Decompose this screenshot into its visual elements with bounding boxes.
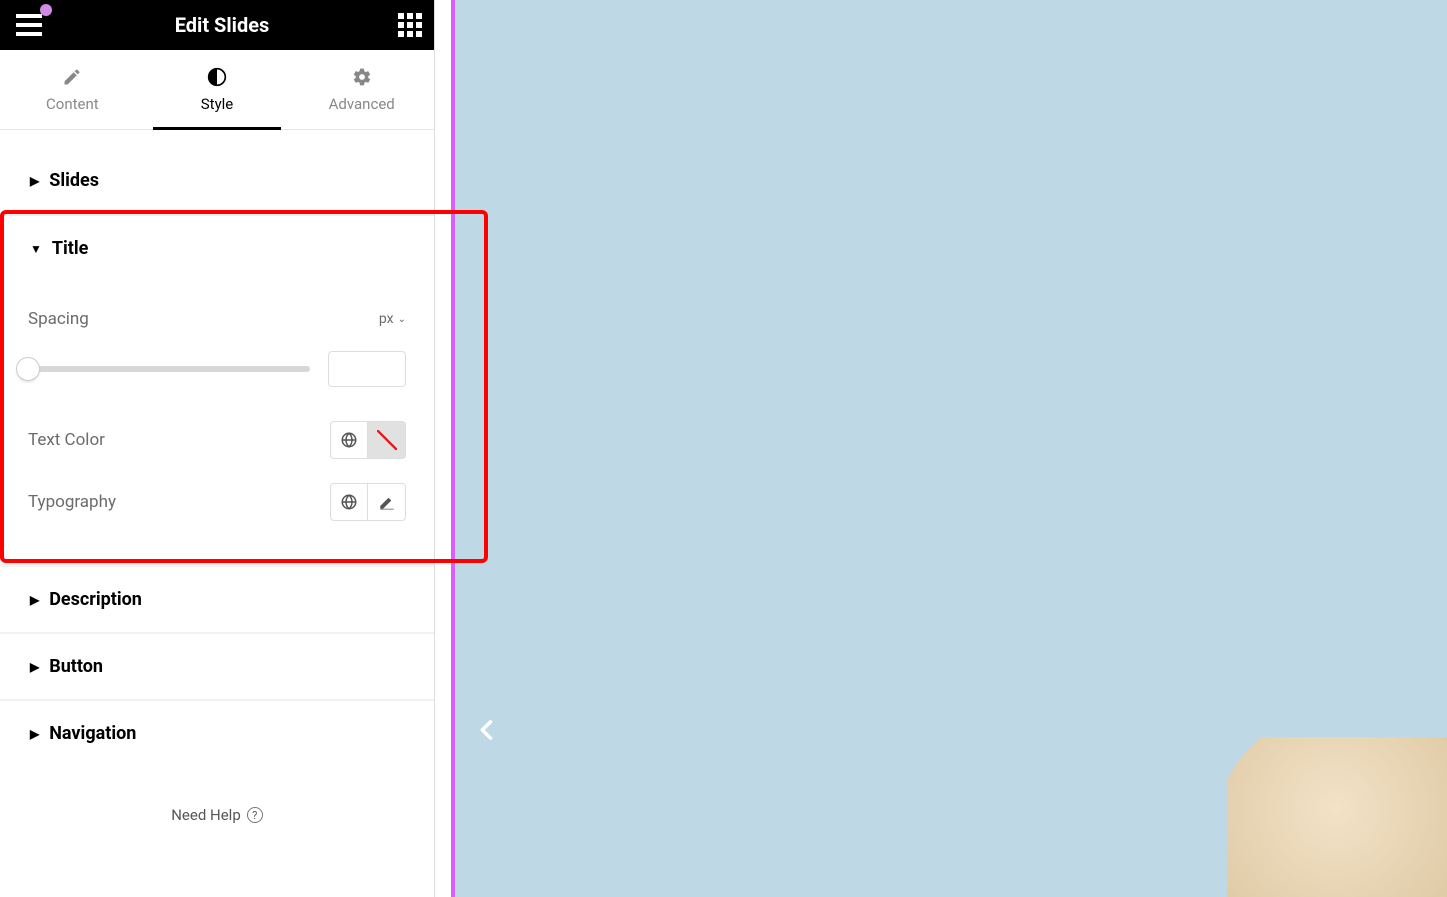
section-slides[interactable]: ▶ Slides	[0, 148, 434, 213]
section-label: Title	[52, 238, 89, 259]
global-color-button[interactable]	[330, 421, 368, 459]
editor-sidebar: Edit Slides Content Style Advanced ▶ Sli…	[0, 0, 435, 897]
section-label: Navigation	[49, 723, 136, 744]
slider-thumb[interactable]	[17, 358, 39, 380]
tab-content[interactable]: Content	[0, 50, 145, 129]
help-label: Need Help	[171, 806, 241, 824]
spacing-input[interactable]	[328, 351, 406, 387]
section-label: Button	[49, 656, 103, 677]
spacing-unit-select[interactable]: px ⌄	[379, 311, 406, 327]
slide-image-corner	[1227, 737, 1447, 897]
spacing-slider[interactable]	[28, 366, 310, 372]
pencil-icon	[62, 67, 82, 87]
help-icon: ?	[247, 807, 263, 823]
panel-title: Edit Slides	[175, 13, 270, 37]
slider-prev-button[interactable]	[473, 714, 501, 752]
typography-label: Typography	[28, 492, 116, 512]
section-title-body: Spacing px ⌄ Text Color	[0, 309, 434, 561]
typography-buttons	[330, 483, 406, 521]
caret-right-icon: ▶	[30, 660, 39, 674]
caret-down-icon: ▼	[30, 242, 42, 256]
section-label: Slides	[49, 170, 99, 191]
widgets-grid-button[interactable]	[398, 13, 422, 37]
global-typography-button[interactable]	[330, 483, 368, 521]
typography-control: Typography	[28, 483, 406, 521]
caret-right-icon: ▶	[30, 593, 39, 607]
tab-label: Content	[46, 95, 99, 113]
tab-label: Style	[201, 95, 234, 113]
textcolor-label: Text Color	[28, 430, 105, 450]
edit-typography-button[interactable]	[368, 483, 406, 521]
globe-icon	[340, 431, 358, 449]
pencil-icon	[378, 493, 396, 511]
spacing-control: Spacing px ⌄	[28, 309, 406, 329]
caret-right-icon: ▶	[30, 727, 39, 741]
globe-icon	[340, 493, 358, 511]
section-description[interactable]: ▶ Description	[0, 567, 434, 632]
tabs: Content Style Advanced	[0, 50, 434, 130]
spacing-label: Spacing	[28, 309, 89, 329]
tab-label: Advanced	[329, 95, 395, 113]
none-color-icon	[377, 430, 397, 450]
tab-advanced[interactable]: Advanced	[289, 50, 434, 129]
section-title[interactable]: ▼ Title	[0, 215, 434, 281]
textcolor-buttons	[330, 421, 406, 459]
notification-dot-icon	[40, 4, 52, 16]
gear-icon	[352, 67, 372, 87]
topbar: Edit Slides	[0, 0, 434, 50]
section-label: Description	[49, 589, 142, 610]
color-swatch-button[interactable]	[368, 421, 406, 459]
canvas-preview[interactable]	[451, 0, 1447, 897]
tab-style[interactable]: Style	[145, 50, 290, 129]
menu-button[interactable]	[12, 10, 46, 40]
section-button[interactable]: ▶ Button	[0, 634, 434, 699]
chevron-down-icon: ⌄	[398, 314, 406, 325]
section-navigation[interactable]: ▶ Navigation	[0, 701, 434, 766]
chevron-left-icon	[473, 716, 501, 744]
help-link[interactable]: Need Help ?	[0, 766, 434, 830]
caret-right-icon: ▶	[30, 174, 39, 188]
unit-value: px	[379, 311, 394, 327]
textcolor-control: Text Color	[28, 421, 406, 459]
panel-body: ▶ Slides ▼ Title Spacing px ⌄	[0, 130, 434, 897]
contrast-icon	[207, 67, 227, 87]
spacing-slider-row	[28, 351, 406, 387]
